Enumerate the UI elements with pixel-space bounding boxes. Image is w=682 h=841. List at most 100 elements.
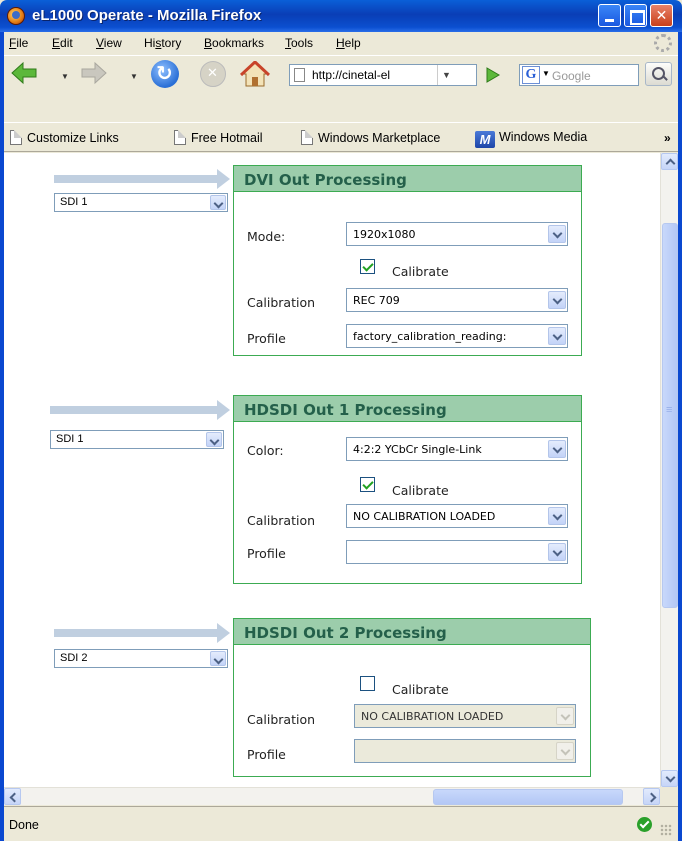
page-icon xyxy=(174,130,186,145)
panel-title: HDSDI Out 2 Processing xyxy=(244,624,447,642)
page-icon xyxy=(301,130,313,145)
calibration-select[interactable]: REC 709 xyxy=(346,288,568,312)
bookmark-windows-marketplace[interactable]: Windows Marketplace xyxy=(301,130,440,145)
bookmarks-overflow-chevron-icon[interactable]: » xyxy=(664,131,671,145)
calibrate-checkbox[interactable] xyxy=(360,259,375,274)
signal-flow-arrow xyxy=(54,623,230,643)
bookmark-customize-links[interactable]: Customize Links xyxy=(10,130,119,145)
calibration-value: NO CALIBRATION LOADED xyxy=(361,710,504,723)
hdsdi-out-1-panel: HDSDI Out 1 Processing Color: 4:2:2 YCbC… xyxy=(233,395,582,584)
go-arrow-icon[interactable] xyxy=(482,65,502,85)
menu-tools[interactable]: Tools xyxy=(285,36,313,50)
bookmark-windows-media[interactable]: M Windows Media xyxy=(475,130,587,148)
profile-select[interactable] xyxy=(346,540,568,564)
scroll-up-arrow-icon[interactable] xyxy=(661,153,678,170)
chevron-down-icon[interactable] xyxy=(210,651,226,666)
bookmark-label: Customize Links xyxy=(27,131,119,145)
color-select[interactable]: 4:2:2 YCbCr Single-Link xyxy=(346,437,568,461)
mode-select[interactable]: 1920x1080 xyxy=(346,222,568,246)
calibration-label: Calibration xyxy=(247,295,316,310)
navigation-toolbar: ▼ ▼ http://cinetal-el ▼ G ▼ Google xyxy=(4,55,678,93)
menu-bar: File Edit View History Bookmarks Tools H… xyxy=(4,32,678,54)
calibrate-label: Calibrate xyxy=(392,483,449,498)
bookmark-free-hotmail[interactable]: Free Hotmail xyxy=(174,130,263,145)
back-history-dropdown-icon[interactable]: ▼ xyxy=(61,72,69,81)
chevron-down-icon[interactable] xyxy=(548,543,566,561)
menu-edit[interactable]: Edit xyxy=(52,36,73,50)
close-window-button[interactable] xyxy=(650,4,673,27)
chevron-down-icon xyxy=(556,707,574,725)
home-icon[interactable] xyxy=(240,61,270,87)
chevron-down-icon[interactable] xyxy=(210,195,226,210)
chevron-down-icon[interactable] xyxy=(548,291,566,309)
chevron-down-icon[interactable] xyxy=(548,225,566,243)
reload-icon[interactable] xyxy=(151,60,179,88)
color-label: Color: xyxy=(247,443,284,458)
mode-label: Mode: xyxy=(247,229,286,244)
stop-icon[interactable] xyxy=(200,61,226,87)
profile-label: Profile xyxy=(247,747,286,762)
google-search-engine-icon[interactable]: G xyxy=(522,66,540,84)
calibration-select[interactable]: NO CALIBRATION LOADED xyxy=(346,504,568,528)
profile-label: Profile xyxy=(247,546,286,561)
scrollbar-corner xyxy=(660,787,678,805)
bookmark-label: Windows Media xyxy=(499,130,588,144)
url-bar[interactable]: http://cinetal-el ▼ xyxy=(289,64,477,86)
panel-header: HDSDI Out 1 Processing xyxy=(234,396,581,422)
panel-header: DVI Out Processing xyxy=(234,166,581,192)
resize-grip-icon[interactable] xyxy=(660,824,672,836)
scroll-down-arrow-icon[interactable] xyxy=(661,770,678,787)
chevron-down-icon[interactable] xyxy=(548,507,566,525)
calibrate-checkbox[interactable] xyxy=(360,676,375,691)
forward-arrow-icon[interactable] xyxy=(80,61,108,85)
page-icon xyxy=(294,68,305,82)
dvi-source-select[interactable]: SDI 1 xyxy=(54,193,228,212)
profile-select[interactable]: factory_calibration_reading: xyxy=(346,324,568,348)
menu-history[interactable]: History xyxy=(144,36,181,50)
calibration-label: Calibration xyxy=(247,712,316,727)
hdsdi2-source-select[interactable]: SDI 2 xyxy=(54,649,228,668)
panel-title: DVI Out Processing xyxy=(244,171,407,189)
menu-help[interactable]: Help xyxy=(336,36,361,50)
forward-history-dropdown-icon[interactable]: ▼ xyxy=(130,72,138,81)
search-engine-dropdown-icon[interactable]: ▼ xyxy=(542,69,550,78)
title-bar: eL1000 Operate - Mozilla Firefox xyxy=(0,0,682,32)
vertical-scroll-thumb[interactable] xyxy=(662,223,678,608)
back-arrow-icon[interactable] xyxy=(10,61,38,85)
chevron-down-icon[interactable] xyxy=(548,440,566,458)
search-input[interactable]: G ▼ Google xyxy=(519,64,639,86)
page-icon xyxy=(10,130,22,145)
search-magnifier-icon[interactable] xyxy=(645,62,672,86)
hdsdi1-source-select[interactable]: SDI 1 xyxy=(50,430,224,449)
menu-file[interactable]: File xyxy=(9,36,28,50)
calibrate-checkbox[interactable] xyxy=(360,477,375,492)
menu-bookmarks[interactable]: Bookmarks xyxy=(204,36,264,50)
calibration-label: Calibration xyxy=(247,513,316,528)
maximize-button[interactable] xyxy=(624,4,647,27)
status-ok-check-icon xyxy=(637,817,652,832)
horizontal-scroll-thumb[interactable] xyxy=(433,789,623,805)
url-history-dropdown-icon[interactable]: ▼ xyxy=(437,65,455,85)
profile-select xyxy=(354,739,576,763)
menu-view[interactable]: View xyxy=(96,36,122,50)
hdsdi1-source-value: SDI 1 xyxy=(56,433,84,445)
window-title: eL1000 Operate - Mozilla Firefox xyxy=(32,7,262,24)
mode-value: 1920x1080 xyxy=(353,228,416,241)
horizontal-scrollbar[interactable] xyxy=(4,787,660,805)
scroll-left-arrow-icon[interactable] xyxy=(4,788,21,805)
calibrate-label: Calibrate xyxy=(392,682,449,697)
bookmarks-toolbar: Customize Links Free Hotmail Windows Mar… xyxy=(4,122,678,152)
status-text: Done xyxy=(9,818,39,832)
chevron-down-icon[interactable] xyxy=(206,432,222,447)
calibration-select: NO CALIBRATION LOADED xyxy=(354,704,576,728)
vertical-scrollbar[interactable] xyxy=(660,153,678,787)
page-content: SDI 1 DVI Out Processing Mode: 1920x1080… xyxy=(4,153,660,787)
profile-value: factory_calibration_reading: xyxy=(353,330,507,343)
status-bar: Done xyxy=(4,806,678,841)
hdsdi-out-2-panel: HDSDI Out 2 Processing Calibrate Calibra… xyxy=(233,618,591,777)
profile-label: Profile xyxy=(247,331,286,346)
scroll-right-arrow-icon[interactable] xyxy=(643,788,660,805)
chevron-down-icon[interactable] xyxy=(548,327,566,345)
url-text: http://cinetal-el xyxy=(312,68,391,82)
minimize-button[interactable] xyxy=(598,4,621,27)
